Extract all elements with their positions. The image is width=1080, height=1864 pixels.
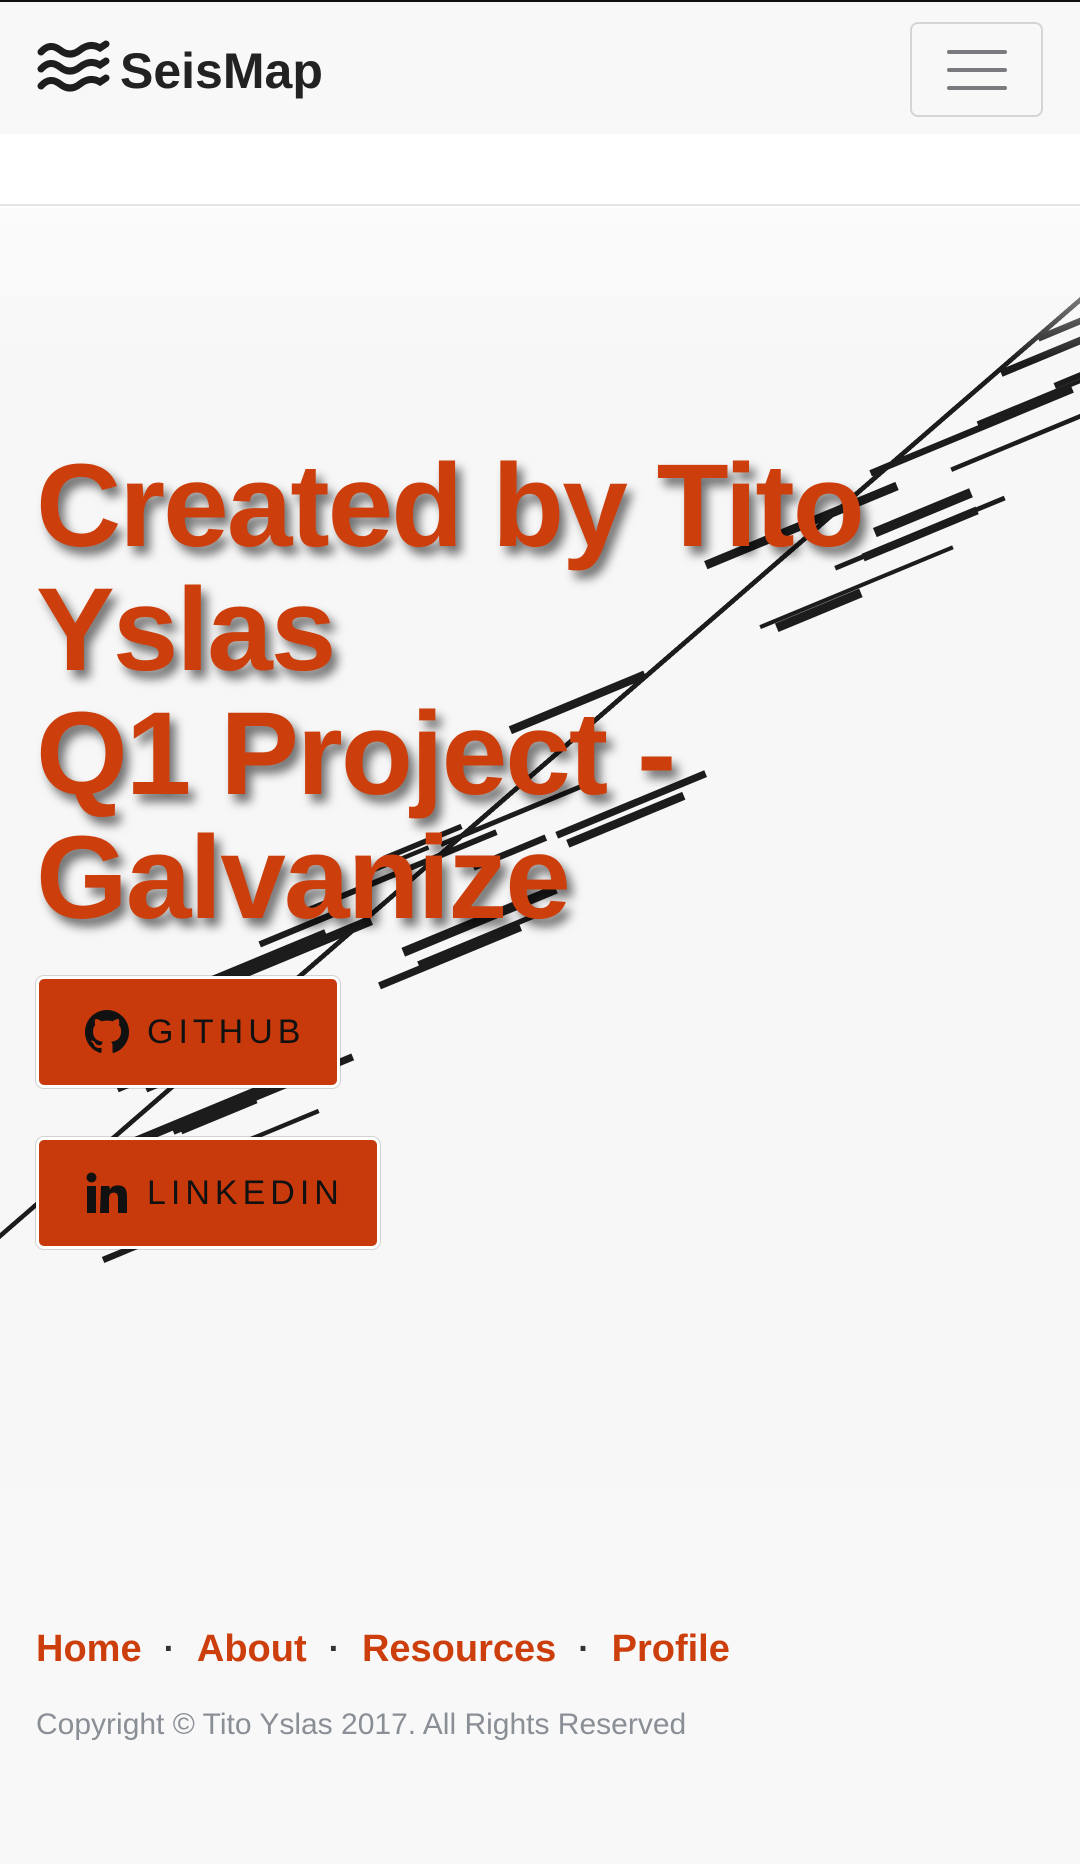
- footer-link-profile[interactable]: Profile: [612, 1628, 730, 1671]
- hero-title-line: Yslas: [36, 564, 336, 696]
- brand-name: SeisMap: [120, 43, 323, 99]
- footer-link-about[interactable]: About: [197, 1628, 307, 1671]
- linkedin-button[interactable]: LINKEDIN: [36, 1137, 380, 1249]
- github-button-label: GITHUB: [147, 1012, 306, 1051]
- github-icon: [85, 1010, 129, 1053]
- waves-icon: [37, 40, 110, 92]
- footer-separator: ·: [163, 1630, 175, 1668]
- footer: Home · About · Resources · Profile Copyr…: [0, 1488, 1080, 1864]
- footer-nav: Home · About · Resources · Profile: [36, 1628, 730, 1671]
- hero-section: Created by Tito Yslas Q1 Project - Galva…: [0, 208, 1080, 1488]
- footer-separator: ·: [578, 1630, 590, 1668]
- footer-link-resources[interactable]: Resources: [362, 1628, 556, 1671]
- linkedin-button-label: LINKEDIN: [147, 1173, 344, 1212]
- footer-separator: ·: [328, 1630, 340, 1668]
- hero-title: Created by Tito Yslas Q1 Project - Galva…: [36, 444, 1036, 940]
- linkedin-icon: [86, 1172, 127, 1213]
- hero-title-line: Created by Tito: [36, 440, 865, 572]
- navbar: SeisMap: [0, 2, 1080, 134]
- copyright-text: Copyright © Tito Yslas 2017. All Rights …: [36, 1708, 687, 1741]
- brand-link[interactable]: SeisMap: [36, 36, 323, 106]
- hero-title-line: Q1 Project -: [36, 688, 676, 820]
- hamburger-menu-icon: [946, 49, 1007, 90]
- hero-title-line: Galvanize: [36, 812, 571, 944]
- github-button[interactable]: GITHUB: [36, 976, 340, 1088]
- footer-link-home[interactable]: Home: [36, 1628, 142, 1671]
- nav-spacer: [0, 134, 1080, 206]
- menu-toggle-button[interactable]: [910, 22, 1043, 117]
